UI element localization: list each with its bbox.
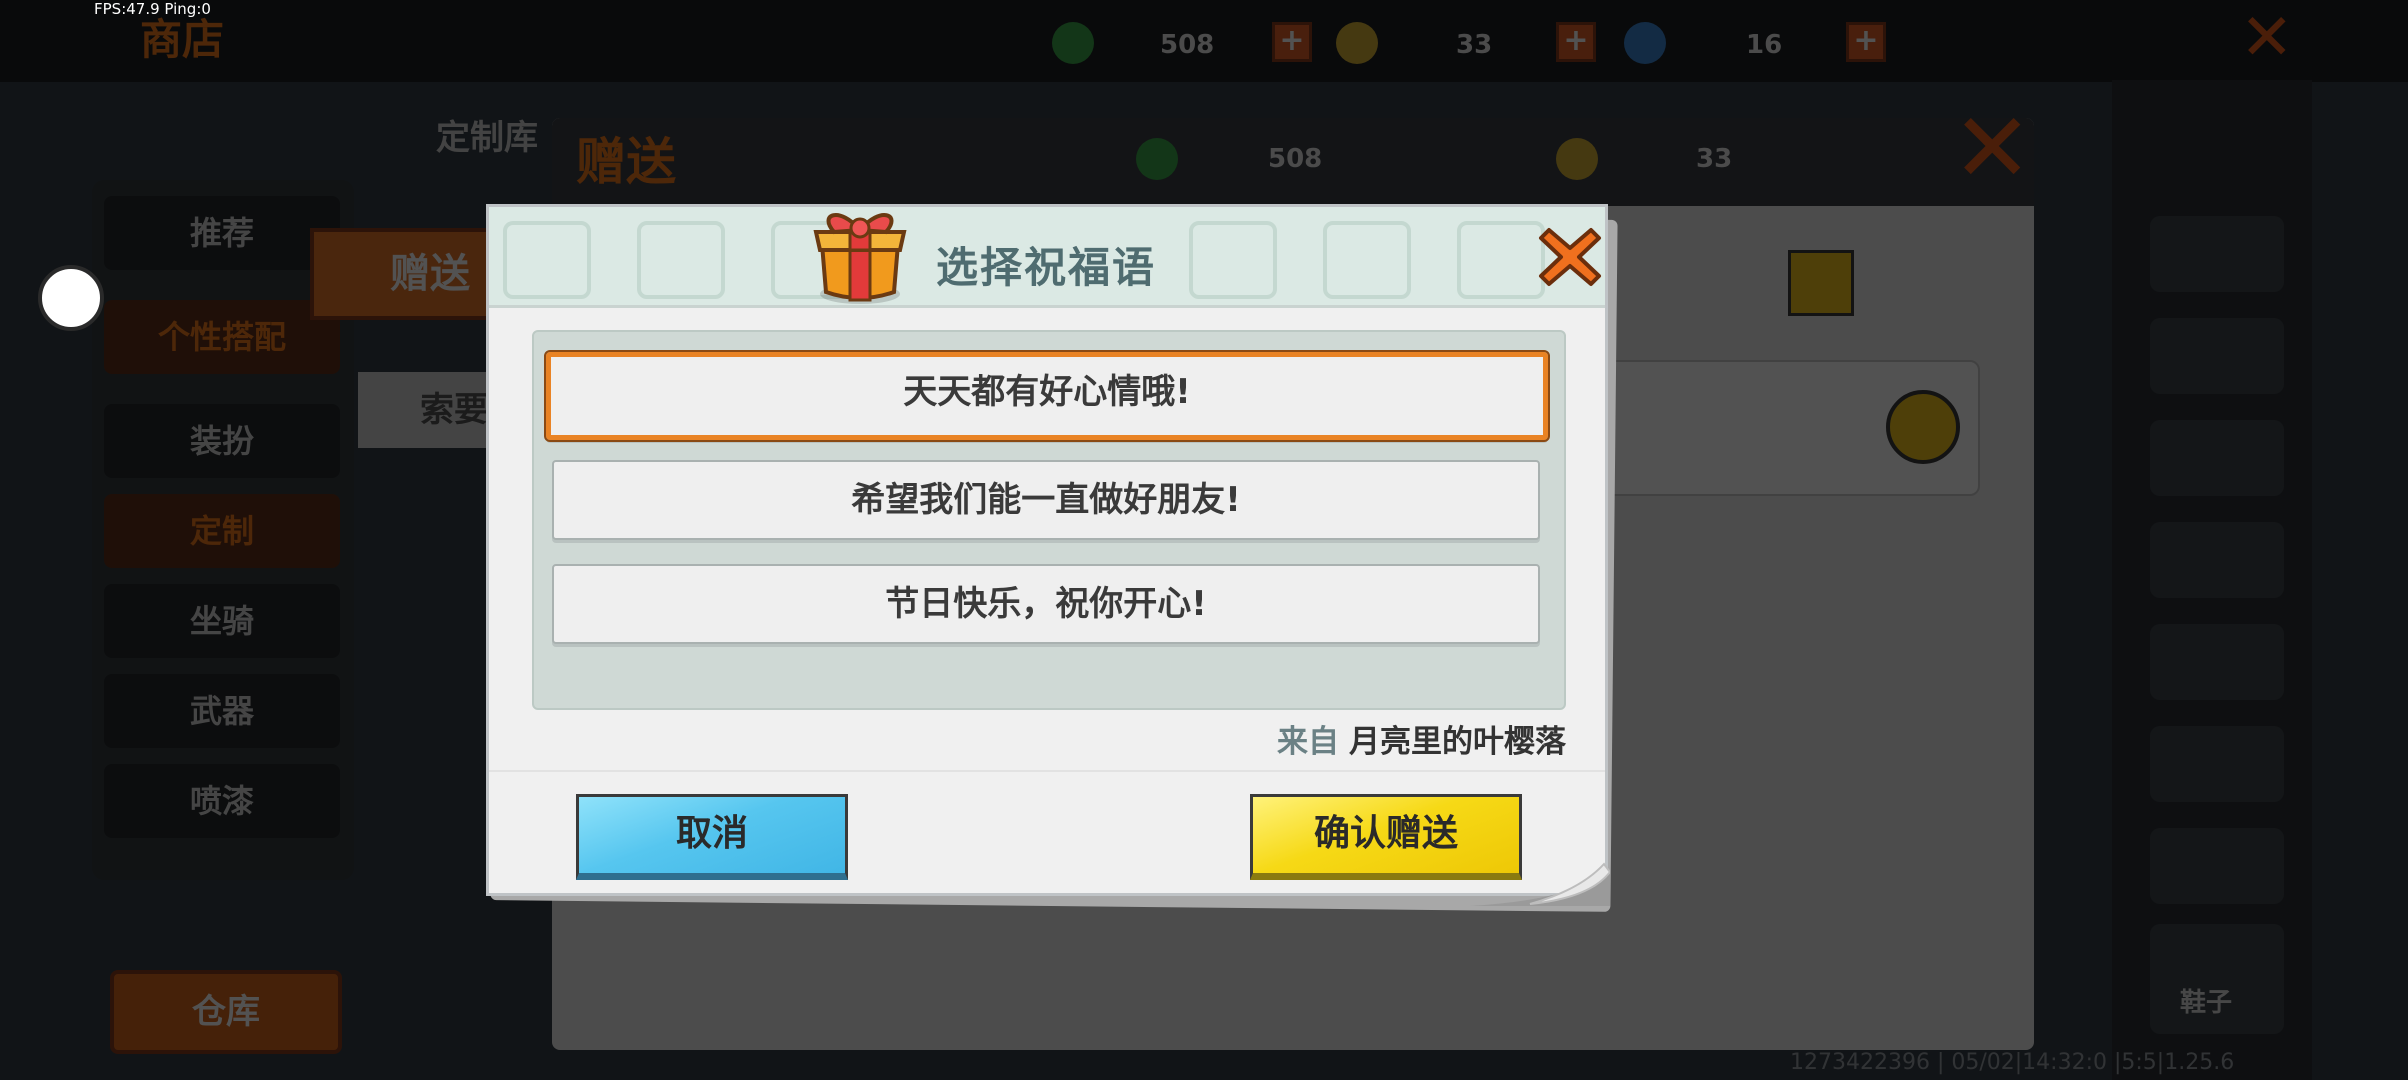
message-option-2[interactable]: 希望我们能一直做好朋友! xyxy=(552,460,1540,540)
blue-gem-value: 16 xyxy=(1746,30,1783,60)
sender-line: 来自 月亮里的叶樱落 xyxy=(1268,716,1566,761)
green-gem-icon xyxy=(1052,22,1094,64)
category-outfit-mix[interactable]: 个性搭配 xyxy=(104,300,340,374)
gift-gold-coin-value: 33 xyxy=(1696,144,1733,174)
gift-panel-close-icon[interactable]: ✕ xyxy=(1952,100,2032,196)
sender-label: 来自 xyxy=(1277,724,1339,760)
send-gift-icon[interactable] xyxy=(1886,390,1960,464)
gift-box-icon xyxy=(813,213,907,304)
category-custom[interactable]: 定制 xyxy=(104,494,340,568)
sender-name: 月亮里的叶樱落 xyxy=(1349,724,1566,760)
floating-assist-button[interactable] xyxy=(38,265,104,331)
gift-green-gem-icon xyxy=(1136,138,1178,180)
dialog-title: 选择祝福语 xyxy=(936,243,1157,292)
dialog-close-icon[interactable] xyxy=(1537,224,1603,290)
green-gem-value: 508 xyxy=(1160,30,1215,60)
equip-slot-top[interactable] xyxy=(2150,624,2284,700)
add-gem-button[interactable]: + xyxy=(1272,22,1312,62)
gold-coin-value: 33 xyxy=(1456,30,1493,60)
header-pattern-panda-icon xyxy=(503,221,591,299)
shop-close-icon[interactable]: ✕ xyxy=(2240,6,2294,70)
add-blue-gem-button[interactable]: + xyxy=(1846,22,1886,62)
warehouse-button[interactable]: 仓库 xyxy=(110,970,342,1054)
fps-readout: FPS:47.9 Ping:0 xyxy=(94,0,211,18)
header-pattern-block-icon xyxy=(637,221,725,299)
equip-slot-face[interactable] xyxy=(2150,726,2284,802)
cancel-button[interactable]: 取消 xyxy=(576,794,848,880)
equip-slot-back[interactable] xyxy=(2150,828,2284,904)
header-pattern-block-icon xyxy=(1323,221,1411,299)
bottom-meta-text: 1273422396 | 05/02|14:32:0 |5:5|1.25.6 xyxy=(1790,1050,2235,1075)
category-spray[interactable]: 喷漆 xyxy=(104,764,340,838)
blue-gem-icon xyxy=(1624,22,1666,64)
header-divider xyxy=(489,305,1605,308)
category-mount[interactable]: 坐骑 xyxy=(104,584,340,658)
gift-green-gem-value: 508 xyxy=(1268,144,1323,174)
equip-slot-pants[interactable] xyxy=(2150,318,2284,394)
search-button[interactable] xyxy=(1788,250,1854,316)
equip-slot-shirt[interactable] xyxy=(2150,216,2284,292)
custom-lib-tab[interactable]: 定制库 xyxy=(436,110,538,159)
category-weapon[interactable]: 武器 xyxy=(104,674,340,748)
shoes-label: 鞋子 xyxy=(2180,988,2233,1018)
equip-slot-glasses[interactable] xyxy=(2150,522,2284,598)
add-coin-button[interactable]: + xyxy=(1556,22,1596,62)
header-pattern-panda-icon xyxy=(1189,221,1277,299)
category-recommend[interactable]: 推荐 xyxy=(104,196,340,270)
gift-gold-coin-icon xyxy=(1556,138,1598,180)
message-option-3[interactable]: 节日快乐，祝你开心! xyxy=(552,564,1540,644)
page-curl-decoration xyxy=(1470,862,1610,906)
gift-panel-title: 赠送 xyxy=(576,133,676,191)
header-pattern-block-icon xyxy=(1457,221,1545,299)
category-dressup[interactable]: 装扮 xyxy=(104,404,340,478)
gold-coin-icon xyxy=(1336,22,1378,64)
equip-slot-hat[interactable] xyxy=(2150,420,2284,496)
footer-divider xyxy=(489,770,1605,772)
message-option-1[interactable]: 天天都有好心情哦! xyxy=(544,350,1550,442)
